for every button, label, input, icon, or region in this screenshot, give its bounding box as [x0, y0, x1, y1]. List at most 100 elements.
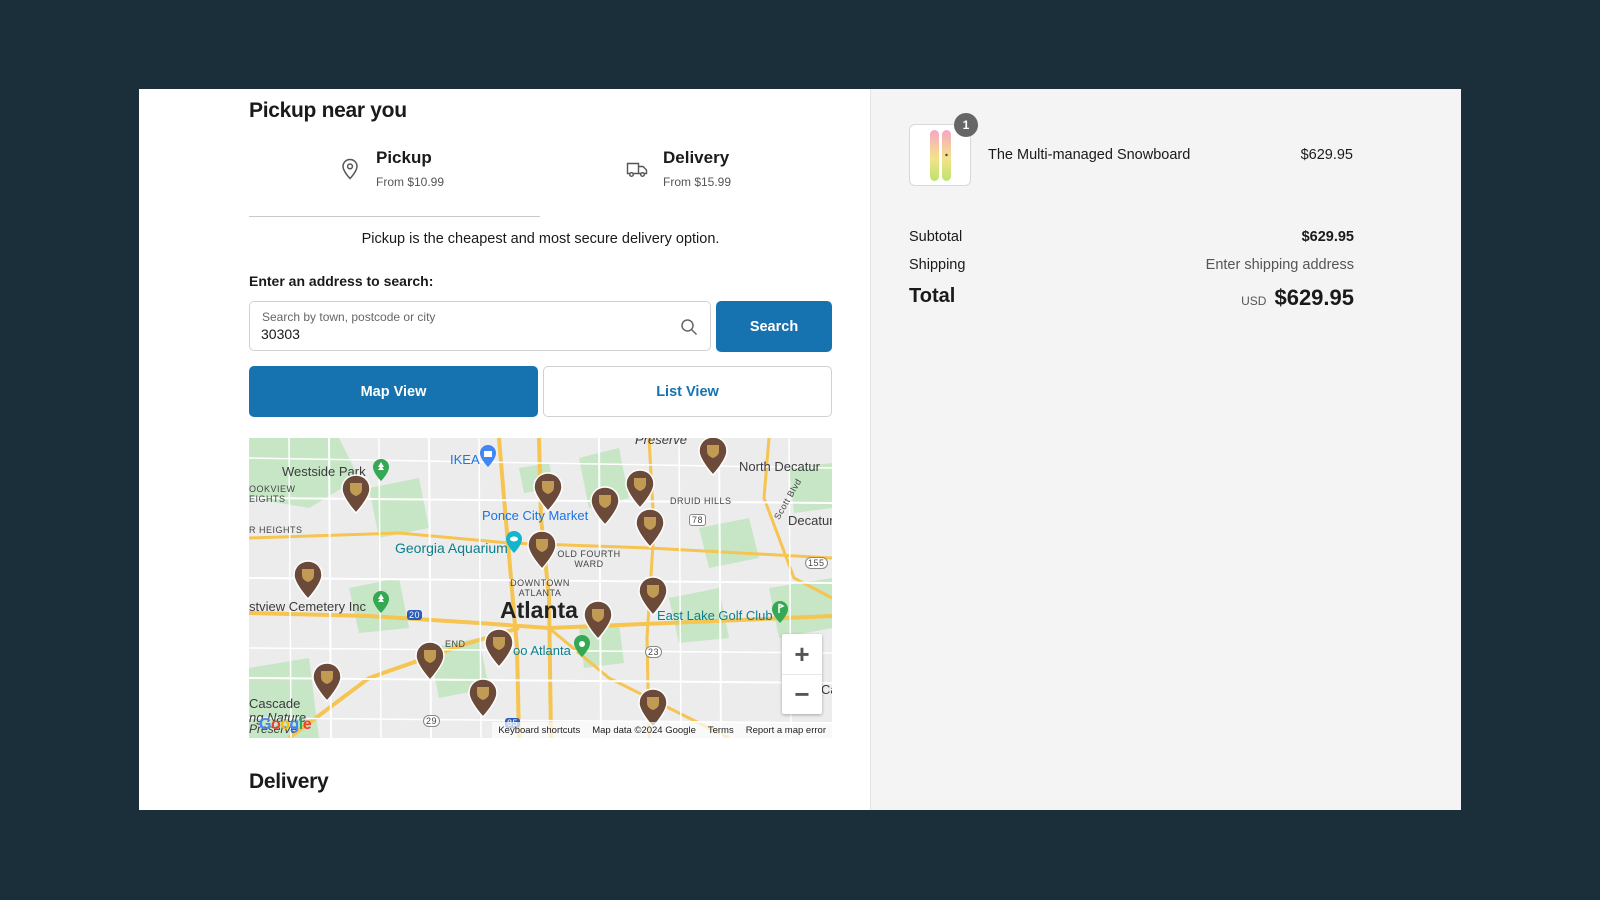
ups-pin-icon — [312, 662, 342, 703]
ups-pin[interactable] — [340, 474, 372, 515]
tab-pickup[interactable]: Pickup From $10.99 — [249, 144, 540, 217]
hwy-23-shield: 23 — [645, 646, 663, 658]
quantity-badge: 1 — [954, 113, 978, 137]
map-label-north-decatur: North Decatur — [739, 459, 820, 474]
pickup-tagline: Pickup is the cheapest and most secure d… — [361, 231, 720, 247]
search-button[interactable]: Search — [716, 301, 832, 352]
map-label-bookview: OOKVIEW EIGHTS — [249, 484, 296, 504]
ups-pin-icon — [415, 641, 445, 682]
subtotal-label: Subtotal — [909, 229, 963, 245]
search-field[interactable]: Search by town, postcode or city — [249, 301, 711, 351]
ups-pin[interactable] — [483, 628, 515, 669]
ups-pin[interactable] — [532, 472, 564, 513]
total-row: Total USD $629.95 — [909, 285, 1354, 310]
tab-delivery[interactable]: Delivery From $15.99 — [541, 144, 832, 216]
currency-code: USD — [1241, 294, 1267, 308]
tab-delivery-subtitle: From $15.99 — [663, 175, 732, 189]
subtotal-row: Subtotal $629.95 — [909, 229, 1354, 245]
location-pin-icon — [342, 158, 358, 180]
list-view-button[interactable]: List View — [543, 366, 832, 417]
zoom-out-button[interactable]: − — [782, 674, 822, 714]
map-label-cascade: Cascade — [249, 696, 301, 711]
search-placeholder: Search by town, postcode or city — [262, 310, 436, 324]
terms-link[interactable]: Terms — [708, 725, 734, 736]
ups-pin[interactable] — [589, 486, 621, 527]
ups-pin-icon — [341, 474, 371, 515]
search-input[interactable] — [261, 326, 661, 342]
ups-pin[interactable] — [634, 508, 666, 549]
product-price: $629.95 — [1300, 147, 1353, 163]
pickup-heading: Pickup near you — [249, 99, 407, 122]
map-label-atlanta: Atlanta — [500, 597, 578, 623]
ups-pin-icon — [698, 438, 728, 477]
map-label-preserve: Preserve — [635, 438, 688, 447]
ups-pin[interactable] — [697, 438, 729, 477]
total-amount: $629.95 — [1274, 285, 1354, 310]
cemetery-marker-icon — [373, 591, 389, 613]
map-label-georgia-aquarium: Georgia Aquarium — [395, 540, 508, 556]
zoo-marker-icon — [574, 635, 590, 657]
product-name: The Multi-managed Snowboard — [988, 147, 1191, 163]
map-label-cemetery: stview Cemetery Inc — [249, 599, 367, 614]
aquarium-marker-icon — [506, 531, 522, 553]
ups-pin-icon — [590, 486, 620, 527]
ups-pin[interactable] — [311, 662, 343, 703]
address-label: Enter an address to search: — [249, 273, 434, 289]
search-icon[interactable] — [680, 318, 698, 336]
ups-pin-icon — [625, 469, 655, 510]
ups-pin-icon — [293, 560, 323, 601]
shopping-marker-icon — [480, 445, 496, 467]
ups-pin-icon — [484, 628, 514, 669]
map-label-heights: R HEIGHTS — [249, 525, 303, 535]
shipping-value: Enter shipping address — [1205, 257, 1354, 273]
map-label-druid-hills: DRUID HILLS — [670, 496, 732, 506]
google-logo: Google — [259, 716, 312, 733]
map-label-end: END — [445, 639, 466, 649]
map-label-zoo-atlanta: oo Atlanta — [513, 643, 571, 658]
ups-pin[interactable] — [414, 641, 446, 682]
hwy-29-shield: 29 — [423, 715, 441, 727]
subtotal-value: $629.95 — [1301, 229, 1354, 245]
map-label-decatur: Decatur — [788, 513, 832, 528]
shipping-label: Shipping — [909, 257, 966, 273]
order-summary: 1 The Multi-managed Snowboard $629.95 Su… — [870, 89, 1461, 810]
map-view-button[interactable]: Map View — [249, 366, 538, 417]
tab-delivery-title: Delivery — [663, 148, 730, 167]
shipping-row: Shipping Enter shipping address — [909, 257, 1354, 273]
checkout-window: Pickup near you Pickup From $10.99 Deliv… — [139, 89, 1461, 810]
truck-icon — [626, 162, 648, 177]
shipping-panel: Pickup near you Pickup From $10.99 Deliv… — [139, 89, 870, 810]
ups-pin[interactable] — [292, 560, 324, 601]
ups-pin-icon — [527, 530, 557, 571]
tab-pickup-subtitle: From $10.99 — [376, 175, 445, 189]
pickup-map[interactable]: Westside Park IKEA North Decatur Decatur… — [249, 438, 832, 738]
map-label-ca: Ca — [821, 682, 832, 697]
report-map-error-link[interactable]: Report a map error — [746, 725, 826, 736]
shipping-method-tabs: Pickup From $10.99 Delivery From $15.99 — [249, 144, 832, 217]
zoom-in-button[interactable]: + — [782, 634, 822, 675]
park-marker-icon — [373, 459, 389, 481]
map-zoom-controls: + − — [782, 634, 822, 714]
hwy-20-shield: 20 — [407, 610, 423, 620]
ups-pin[interactable] — [467, 678, 499, 719]
map-label-old-fourth-ward: OLD FOURTH WARD — [557, 549, 621, 569]
tab-pickup-title: Pickup — [376, 148, 432, 167]
hwy-78-shield: 78 — [689, 514, 707, 526]
keyboard-shortcuts-link[interactable]: Keyboard shortcuts — [498, 725, 580, 736]
delivery-heading: Delivery — [249, 770, 329, 793]
ups-pin[interactable] — [637, 576, 669, 617]
map-data-text: Map data ©2024 Google — [592, 724, 696, 736]
ups-pin-icon — [638, 576, 668, 617]
map-label-east-lake-golf-club: East Lake Golf Club — [657, 608, 773, 623]
total-label: Total — [909, 285, 956, 307]
map-label-downtown: DOWNTOWN ATLANTA — [510, 578, 570, 598]
golf-marker-icon — [772, 601, 788, 623]
ups-pin-icon — [468, 678, 498, 719]
ups-pin[interactable] — [526, 530, 558, 571]
ups-pin-icon — [533, 472, 563, 513]
map-label-ikea: IKEA — [450, 452, 480, 467]
ups-pin-icon — [635, 508, 665, 549]
map-attribution: Keyboard shortcuts Map data ©2024 Google… — [492, 722, 832, 738]
hwy-155-shield: 155 — [805, 557, 828, 569]
ups-pin[interactable] — [624, 469, 656, 510]
